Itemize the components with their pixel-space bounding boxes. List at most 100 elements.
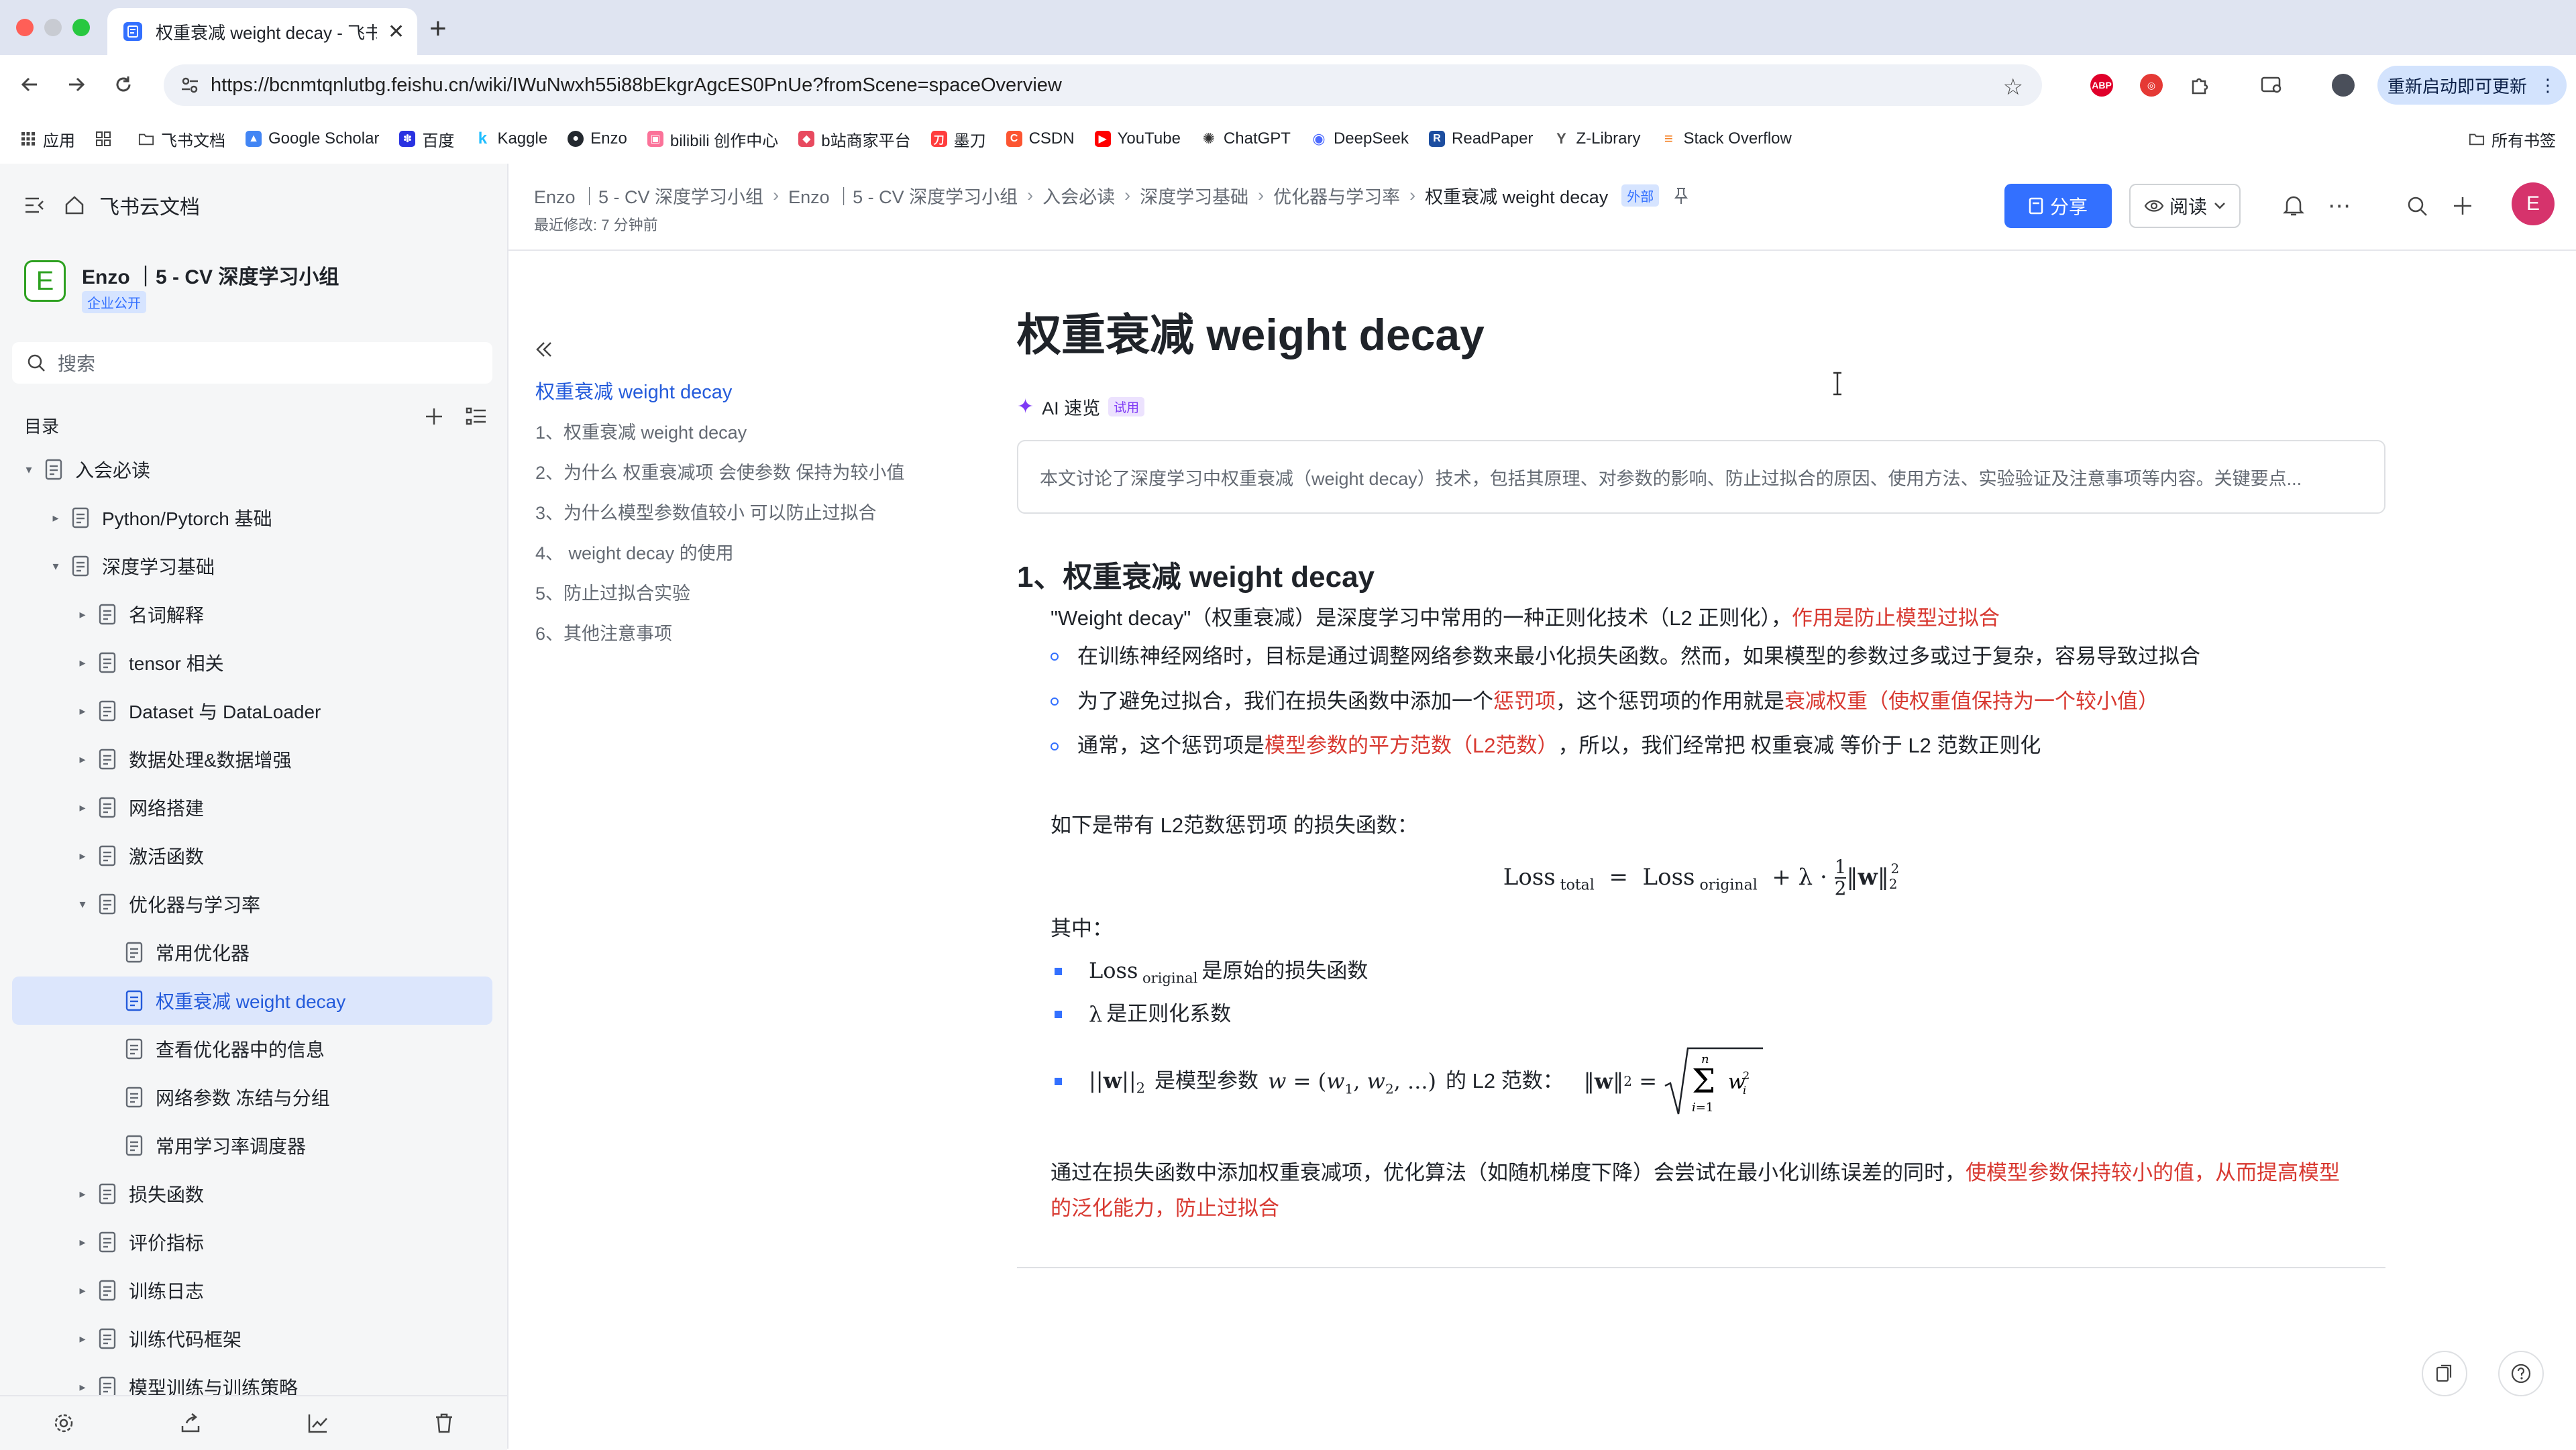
breadcrumb-item[interactable]: 深度学习基础 xyxy=(1140,182,1248,209)
definition-item[interactable]: λ 是正则化系数 xyxy=(1017,996,2385,1032)
extensions-puzzle-icon[interactable] xyxy=(2188,74,2211,97)
sidebar-tree-item[interactable]: ▸ 评价指标 xyxy=(12,1218,492,1266)
intro-paragraph[interactable]: "Weight decay"（权重衰减）是深度学习中常用的一种正则化技术（L2 … xyxy=(1051,601,2385,636)
bookmark-deepseek[interactable]: ◉ DeepSeek xyxy=(1311,129,1409,148)
pin-icon[interactable] xyxy=(1674,187,1688,205)
sidebar-home-row[interactable]: 飞书云文档 xyxy=(24,190,200,220)
notification-bell-icon[interactable] xyxy=(2278,190,2309,221)
site-info-icon[interactable] xyxy=(180,75,200,95)
collapse-sidebar-icon[interactable] xyxy=(24,196,46,215)
more-ellipsis-icon[interactable]: ⋯ xyxy=(2324,190,2355,221)
home-label[interactable]: 飞书云文档 xyxy=(99,190,200,220)
caret-right-icon[interactable]: ▸ xyxy=(75,800,90,815)
profile-avatar-icon[interactable] xyxy=(2332,74,2355,97)
section-heading[interactable]: 1、权重衰减 weight decay xyxy=(1017,553,2385,596)
home-icon[interactable] xyxy=(64,195,85,215)
outline-item[interactable]: 6、其他注意事项 xyxy=(535,612,951,652)
caret-right-icon[interactable]: ▸ xyxy=(48,510,63,525)
bookmark-bilibili[interactable]: ▣ bilibili 创作中心 xyxy=(647,127,778,151)
sidebar-tree-item[interactable]: ▸ 激活函数 xyxy=(12,832,492,880)
ai-summary-box[interactable]: 本文讨论了深度学习中权重衰减（weight decay）技术，包括其原理、对参数… xyxy=(1017,440,2385,514)
sidebar-tree-item[interactable]: 常用优化器 xyxy=(12,928,492,977)
bullet-item[interactable]: 通常，这个惩罚项是 模型参数的平方范数（L2范数） ，所以，我们经常把 权重衰减 … xyxy=(1051,728,2385,764)
caret-right-icon[interactable]: ▸ xyxy=(75,704,90,718)
doc-title[interactable]: 权重衰减 weight decay xyxy=(1017,309,2385,361)
trash-icon[interactable] xyxy=(434,1412,454,1434)
outline-title[interactable]: 权重衰减 weight decay xyxy=(535,370,951,410)
sidebar-tree-item[interactable]: ▸ 网络搭建 xyxy=(12,783,492,832)
sidebar-tree-item[interactable]: 权重衰减 weight decay xyxy=(12,977,492,1025)
sidebar-tree-item[interactable]: 查看优化器中的信息 xyxy=(12,1025,492,1073)
caret-right-icon[interactable]: ▸ xyxy=(75,752,90,767)
close-window-button[interactable] xyxy=(16,19,34,36)
bookmark-apps[interactable]: 应用 xyxy=(20,127,75,151)
bookmark-enzo[interactable]: ● Enzo xyxy=(568,129,627,148)
bookmark-youtube[interactable]: ▶ YouTube xyxy=(1094,129,1181,148)
stats-chart-icon[interactable] xyxy=(307,1412,329,1434)
sidebar-tree-item[interactable]: ▸ 数据处理&数据增强 xyxy=(12,735,492,783)
caret-right-icon[interactable]: ▸ xyxy=(75,1186,90,1201)
zoom-window-button[interactable] xyxy=(72,19,90,36)
caret-right-icon[interactable]: ▸ xyxy=(75,1380,90,1394)
bullet-item[interactable]: 在训练神经网络时，目标是通过调整网络参数来最小化损失函数。然而，如果模型的参数过… xyxy=(1051,639,2385,675)
breadcrumb-item[interactable]: 优化器与学习率 xyxy=(1273,182,1400,209)
kebab-menu-icon[interactable]: ⋮ xyxy=(2539,75,2557,96)
sidebar-tree-item[interactable]: ▸ 训练日志 xyxy=(12,1266,492,1315)
sidebar-tree-item[interactable]: ▸ 名词解释 xyxy=(12,590,492,638)
bookmark-star-icon[interactable]: ☆ xyxy=(2003,74,2023,101)
sidebar-tree-item[interactable]: ▸ Dataset 与 DataLoader xyxy=(12,687,492,735)
breadcrumb-item[interactable]: Enzo ｜5 - CV 深度学习小组 xyxy=(788,182,1018,209)
bookmark-bstation-merchant[interactable]: ◆ b站商家平台 xyxy=(798,127,911,151)
new-tab-plus-icon[interactable]: + xyxy=(429,12,447,46)
bookmark-baidu[interactable]: ✽ 百度 xyxy=(399,127,454,151)
sidebar-tree-item[interactable]: 网络参数 冻结与分组 xyxy=(12,1073,492,1121)
all-bookmarks-button[interactable]: 所有书签 xyxy=(2469,114,2556,164)
space-card[interactable]: E Enzo ｜5 - CV 深度学习小组 企业公开 xyxy=(24,260,339,313)
ai-summary-header[interactable]: ✦ AI 速览 试用 xyxy=(1017,394,2385,420)
bookmark-zlibrary[interactable]: Y Z-Library xyxy=(1553,129,1640,148)
bookmark-chatgpt[interactable]: ✺ ChatGPT xyxy=(1201,129,1291,148)
outline-item[interactable]: 4、 weight decay 的使用 xyxy=(535,531,951,571)
create-plus-icon[interactable] xyxy=(2447,190,2478,221)
definition-item[interactable]: Loss original 是原始的损失函数 xyxy=(1017,952,2385,991)
doc-copy-float-button[interactable] xyxy=(2422,1351,2467,1396)
share-button[interactable]: 分享 xyxy=(2004,184,2112,228)
bookmark-kaggle[interactable]: k Kaggle xyxy=(474,129,547,148)
conclusion-paragraph[interactable]: 通过在损失函数中添加权重衰减项，优化算法（如随机梯度下降）会尝试在最小化训练误差… xyxy=(1051,1156,2385,1226)
breadcrumb-item[interactable]: Enzo ｜5 - CV 深度学习小组 xyxy=(534,182,763,209)
collapse-outline-icon[interactable] xyxy=(534,339,554,359)
reload-icon[interactable] xyxy=(109,70,138,99)
tree-options-icon[interactable] xyxy=(466,406,487,427)
sidebar-tree-item[interactable]: ▸ 训练代码框架 xyxy=(12,1315,492,1363)
sidebar-tree-item[interactable]: ▸ tensor 相关 xyxy=(12,638,492,687)
caret-down-icon[interactable]: ▾ xyxy=(21,462,36,477)
caret-right-icon[interactable]: ▸ xyxy=(75,848,90,863)
outline-item[interactable]: 2、为什么 权重衰减项 会使参数 保持为较小值 xyxy=(535,451,951,491)
bookmark-grid[interactable] xyxy=(95,131,118,147)
outline-item[interactable]: 1、权重衰减 weight decay xyxy=(535,410,951,451)
bookmark-google-scholar[interactable]: ▲ Google Scholar xyxy=(246,129,379,148)
bookmark-readpaper[interactable]: R ReadPaper xyxy=(1429,129,1533,148)
sidebar-tree-item[interactable]: ▸ Python/Pytorch 基础 xyxy=(12,494,492,542)
user-avatar[interactable]: E xyxy=(2512,182,2555,225)
where-label[interactable]: 其中： xyxy=(1051,911,2385,947)
help-float-button[interactable] xyxy=(2498,1351,2544,1396)
bookmark-feishu-docs[interactable]: 飞书文档 xyxy=(138,127,225,151)
tab-close-icon[interactable]: ✕ xyxy=(388,20,405,44)
search-icon[interactable] xyxy=(2402,190,2432,221)
share-out-icon[interactable] xyxy=(180,1412,201,1434)
bookmark-csdn[interactable]: C CSDN xyxy=(1006,129,1075,148)
read-mode-dropdown[interactable]: 阅读 xyxy=(2129,184,2241,228)
add-plus-icon[interactable] xyxy=(424,406,444,427)
caret-right-icon[interactable]: ▸ xyxy=(75,607,90,622)
address-bar[interactable]: https://bcnmtqnlutbg.feishu.cn/wiki/IWuN… xyxy=(164,64,2042,106)
bookmark-stackoverflow[interactable]: ≡ Stack Overflow xyxy=(1660,129,1792,148)
breadcrumb-item[interactable]: 入会必读 xyxy=(1042,182,1115,209)
outline-item[interactable]: 3、为什么模型参数值较小 可以防止过拟合 xyxy=(535,491,951,531)
sidebar-tree-item[interactable]: ▾ 优化器与学习率 xyxy=(12,880,492,928)
adblock-extension-icon[interactable]: ABP xyxy=(2090,74,2113,97)
red-extension-icon[interactable]: ◎ xyxy=(2140,74,2163,97)
caret-down-icon[interactable]: ▾ xyxy=(75,897,90,911)
settings-gear-icon[interactable] xyxy=(53,1412,74,1434)
sidebar-tree-item[interactable]: ▾ 深度学习基础 xyxy=(12,542,492,590)
